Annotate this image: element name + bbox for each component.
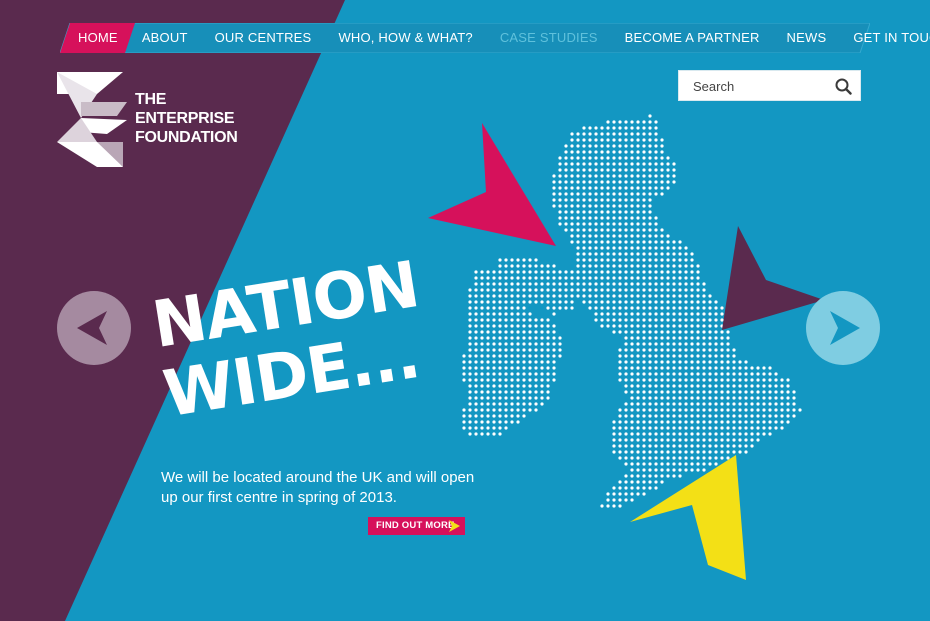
find-out-more-label: FIND OUT MORE bbox=[376, 520, 455, 531]
carousel-next-button[interactable] bbox=[806, 291, 880, 365]
pink-chevron bbox=[428, 123, 556, 246]
hero-slide: HOME ABOUT OUR CENTRES WHO, HOW & WHAT? … bbox=[0, 0, 930, 621]
carousel-prev-button[interactable] bbox=[57, 291, 131, 365]
chevron-right-icon bbox=[830, 311, 860, 345]
arrow-right-icon bbox=[449, 520, 460, 532]
find-out-more-button[interactable]: FIND OUT MORE bbox=[368, 517, 465, 535]
hero-subcopy: We will be located around the UK and wil… bbox=[161, 469, 475, 506]
decorative-chevrons bbox=[428, 123, 824, 580]
yellow-chevron bbox=[630, 455, 746, 580]
chevron-left-icon bbox=[77, 311, 107, 345]
